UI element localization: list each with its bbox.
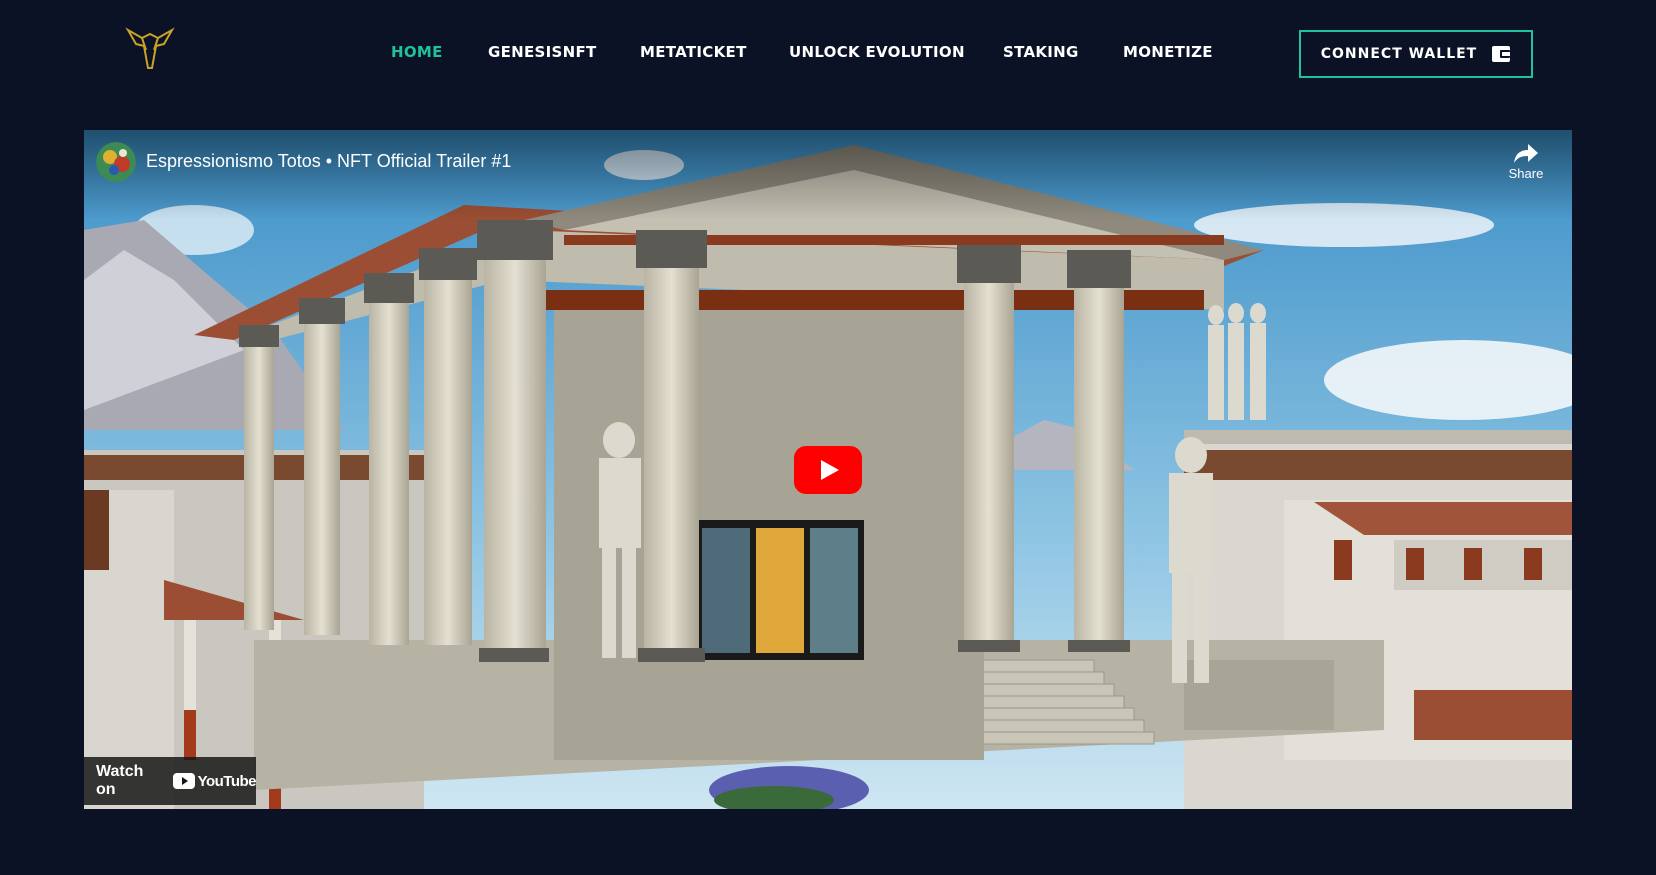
- video-top-shade: [84, 130, 1572, 220]
- youtube-wordmark: YouTube: [197, 772, 257, 790]
- nav-staking[interactable]: STAKING: [1003, 43, 1079, 61]
- video-title[interactable]: Espressionismo Totos • NFT Official Trai…: [146, 151, 511, 172]
- watch-on-label: Watch on: [96, 763, 144, 798]
- logo[interactable]: [124, 24, 176, 72]
- nav-unlock-evolution[interactable]: UNLOCK EVOLUTION: [789, 43, 965, 61]
- share-arrow-icon: [1514, 144, 1538, 163]
- goat-head-logo-icon: [125, 27, 175, 69]
- channel-avatar[interactable]: [96, 142, 136, 182]
- video-player[interactable]: Espressionismo Totos • NFT Official Trai…: [84, 130, 1572, 809]
- wallet-icon: [1492, 46, 1511, 62]
- nav-home[interactable]: HOME: [391, 43, 443, 61]
- share-label: Share: [1508, 166, 1544, 181]
- youtube-icon: [172, 773, 195, 789]
- channel-avatar-icon: [96, 142, 136, 182]
- share-button[interactable]: Share: [1504, 142, 1548, 181]
- connect-wallet-button[interactable]: CONNECT WALLET: [1299, 30, 1533, 78]
- watch-on-youtube-button[interactable]: Watch on YouTube: [84, 757, 257, 805]
- nav-metaticket[interactable]: METATICKET: [640, 43, 747, 61]
- youtube-play-icon: [794, 446, 862, 494]
- connect-wallet-label: CONNECT WALLET: [1320, 46, 1478, 62]
- youtube-logo: YouTube: [172, 772, 257, 790]
- nav-monetize[interactable]: MONETIZE: [1123, 43, 1213, 61]
- play-button[interactable]: [794, 446, 862, 494]
- nav-genesisnft[interactable]: GENESISNFT: [488, 43, 597, 61]
